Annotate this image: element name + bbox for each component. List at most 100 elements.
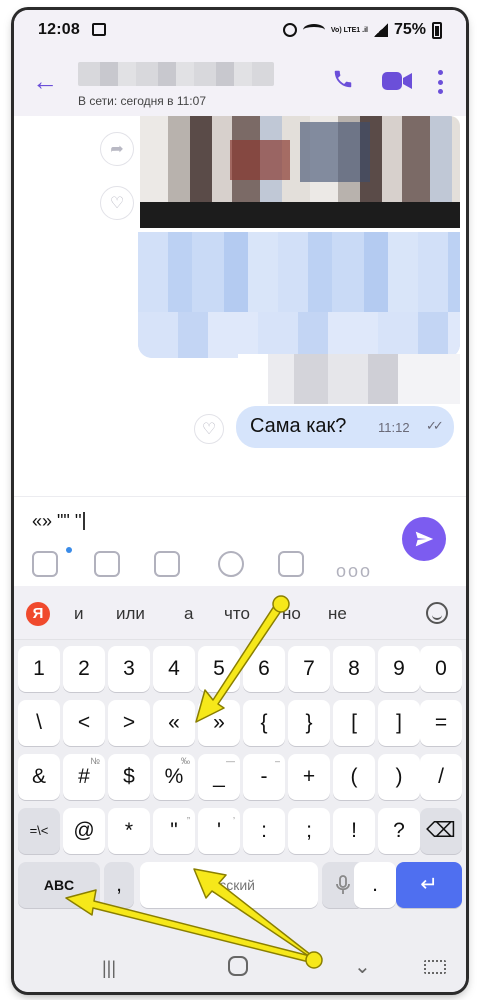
camera-icon[interactable] — [154, 551, 180, 577]
message-composer: «» "" '' ooo — [14, 496, 466, 586]
contact-name-blurred[interactable] — [78, 62, 274, 86]
yandex-icon[interactable]: Я — [26, 602, 50, 626]
microphone-icon — [336, 875, 350, 894]
more-menu-icon[interactable] — [438, 70, 444, 94]
status-bar: 12:08 Vo) LTE1 .il 75% — [14, 10, 466, 50]
key-6[interactable]: 6 — [243, 646, 285, 692]
emoji-icon[interactable] — [426, 602, 448, 624]
key-dollar[interactable]: $ — [108, 754, 150, 800]
forward-icon[interactable]: ➦ — [100, 132, 134, 166]
key-bracket-close[interactable]: ] — [378, 700, 420, 746]
key-plus[interactable]: + — [288, 754, 330, 800]
message-list[interactable]: ➦ ♡ ♡ Сама как? 11:12 ✓✓ — [14, 116, 466, 496]
send-icon — [415, 531, 434, 547]
back-arrow-icon[interactable]: ← — [32, 68, 58, 94]
key-underscore[interactable]: _ — — [198, 754, 240, 800]
key-ampersand[interactable]: & — [18, 754, 60, 800]
recent-apps-icon[interactable]: ||| — [102, 958, 116, 979]
key-exclamation[interactable]: ! — [333, 808, 375, 854]
presence-status: В сети: сегодня в 11:07 — [78, 94, 206, 108]
sticker-icon[interactable] — [32, 551, 58, 577]
key-paren-close[interactable]: ) — [378, 754, 420, 800]
message-text: Сама как? — [250, 415, 347, 437]
lte-icon: Vo) LTE1 .il — [330, 26, 368, 34]
text-cursor — [82, 512, 85, 530]
key-brace-open[interactable]: { — [243, 700, 285, 746]
more-tools-icon[interactable]: ooo — [336, 561, 372, 582]
home-icon[interactable] — [228, 956, 248, 976]
document-icon[interactable] — [278, 551, 304, 577]
read-ticks-icon: ✓✓ — [426, 418, 444, 433]
key-greater-than[interactable]: > — [108, 700, 150, 746]
keyboard: Я и или а что но не 1 2 3 4 5 6 7 8 9 0 … — [14, 586, 466, 946]
hide-keyboard-icon[interactable]: ⌄ — [354, 954, 371, 979]
suggestion-item[interactable]: но — [282, 604, 301, 624]
send-button[interactable] — [402, 517, 446, 561]
chat-header: ← В сети: сегодня в 11:07 — [14, 50, 466, 116]
keyboard-switch-icon[interactable] — [424, 960, 446, 974]
space-key[interactable]: Русский — [140, 862, 318, 908]
more-symbols-key[interactable]: =\< — [18, 808, 60, 854]
key-semicolon[interactable]: ; — [288, 808, 330, 854]
key-less-than[interactable]: < — [63, 700, 105, 746]
key-brace-close[interactable]: } — [288, 700, 330, 746]
video-call-icon[interactable] — [382, 70, 412, 92]
key-9[interactable]: 9 — [378, 646, 420, 692]
key-8[interactable]: 8 — [333, 646, 375, 692]
key-backslash[interactable]: \ — [18, 700, 60, 746]
timer-icon[interactable] — [218, 551, 244, 577]
key-double-quote[interactable]: " „ — [153, 808, 195, 854]
like-icon[interactable]: ♡ — [194, 414, 224, 444]
suggestion-bar: Я и или а что но не — [14, 586, 466, 640]
key-minus[interactable]: - – — [243, 754, 285, 800]
key-1[interactable]: 1 — [18, 646, 60, 692]
key-single-quote[interactable]: ' ‚ — [198, 808, 240, 854]
suggestion-item[interactable]: не — [328, 604, 347, 624]
suggestion-item[interactable]: что — [224, 604, 250, 624]
key-7[interactable]: 7 — [288, 646, 330, 692]
suggestion-item[interactable]: или — [116, 604, 145, 624]
key-equals[interactable]: = — [420, 700, 462, 746]
photo-caption-bar — [140, 202, 460, 228]
comma-key[interactable]: , — [104, 862, 134, 908]
key-guillemet-open[interactable]: « — [153, 700, 195, 746]
system-navigation-bar: ||| ⌄ — [14, 946, 466, 992]
backspace-key[interactable]: ⌫ — [420, 808, 462, 854]
message-meta-blurred — [238, 354, 460, 404]
phone-screen: 12:08 Vo) LTE1 .il 75% ← В сети: сегодня… — [14, 10, 466, 992]
status-time: 12:08 — [38, 21, 80, 38]
key-asterisk[interactable]: * — [108, 808, 150, 854]
key-slash[interactable]: / — [420, 754, 462, 800]
period-key[interactable]: . — [354, 862, 396, 908]
gallery-notification-icon — [92, 23, 106, 36]
wifi-icon — [302, 24, 325, 36]
message-input[interactable]: «» "" '' — [32, 511, 85, 532]
key-at[interactable]: @ — [63, 808, 105, 854]
key-4[interactable]: 4 — [153, 646, 195, 692]
battery-icon — [432, 21, 442, 39]
suggestion-item[interactable]: а — [184, 604, 193, 624]
abc-key[interactable]: ABC — [18, 862, 100, 908]
key-0[interactable]: 0 — [420, 646, 462, 692]
battery-level: 75% — [393, 21, 426, 38]
outgoing-message[interactable]: Сама как? 11:12 ✓✓ — [236, 406, 454, 448]
call-icon[interactable] — [332, 68, 354, 90]
key-percent[interactable]: % ‰ — [153, 754, 195, 800]
key-5[interactable]: 5 — [198, 646, 240, 692]
key-2[interactable]: 2 — [63, 646, 105, 692]
key-colon[interactable]: : — [243, 808, 285, 854]
like-icon[interactable]: ♡ — [100, 186, 134, 220]
key-paren-open[interactable]: ( — [333, 754, 375, 800]
text-message-blurred[interactable] — [138, 232, 460, 358]
gallery-icon[interactable] — [94, 551, 120, 577]
signal-icon — [373, 23, 388, 37]
enter-key[interactable]: ↵ — [396, 862, 462, 908]
key-bracket-open[interactable]: [ — [333, 700, 375, 746]
message-time: 11:12 — [378, 420, 410, 435]
key-3[interactable]: 3 — [108, 646, 150, 692]
key-question[interactable]: ? — [378, 808, 420, 854]
new-badge — [66, 547, 72, 553]
suggestion-item[interactable]: и — [74, 604, 84, 624]
key-guillemet-close[interactable]: » — [198, 700, 240, 746]
key-hash[interactable]: # № — [63, 754, 105, 800]
